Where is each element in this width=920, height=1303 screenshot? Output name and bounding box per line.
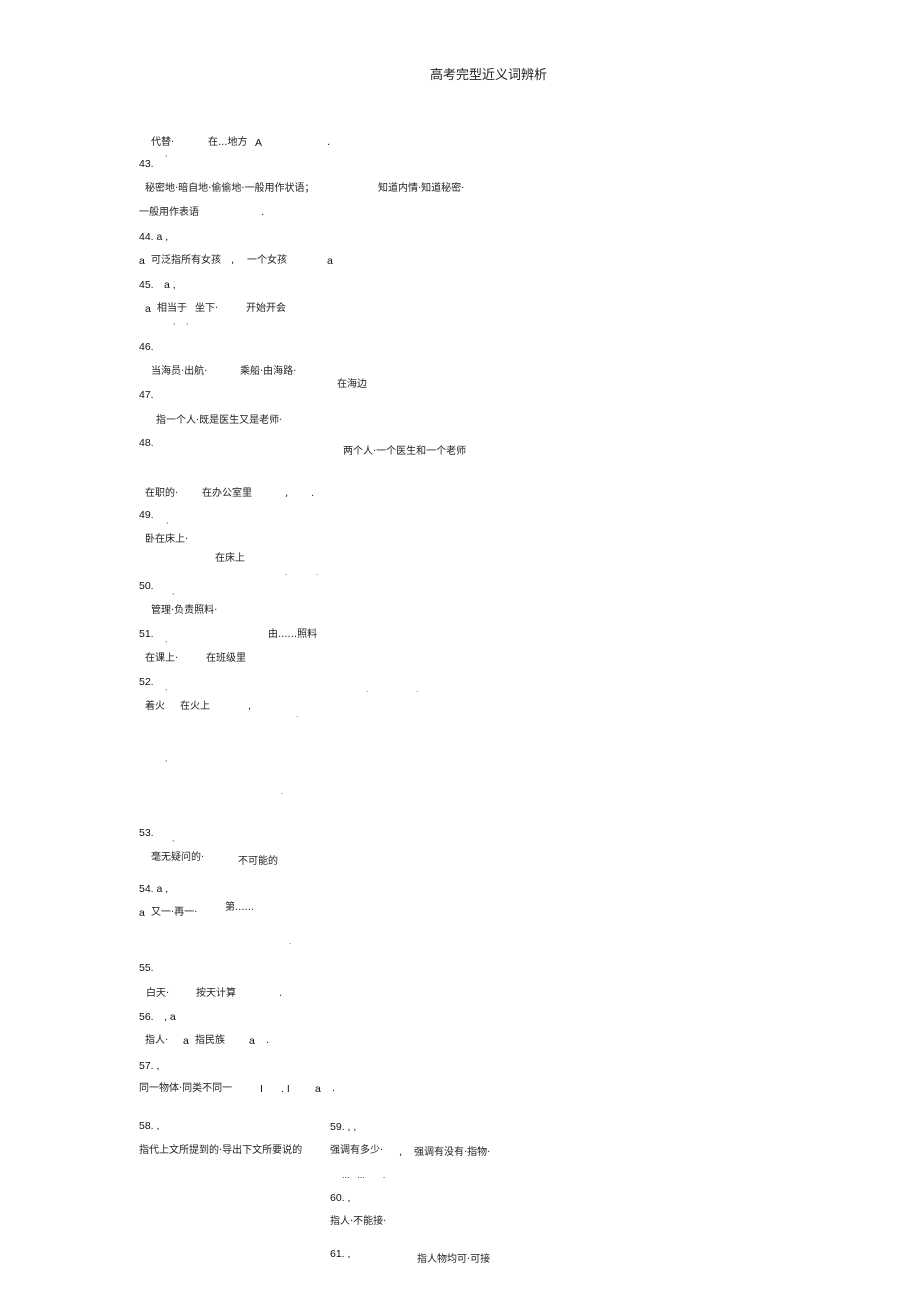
text-fragment: 卧在床上· [145, 534, 189, 545]
text-fragment: . [266, 1035, 270, 1046]
punctuation-mark: , [173, 317, 176, 326]
text-fragment: A [255, 137, 263, 149]
punctuation-mark: , [172, 834, 175, 843]
text-fragment: ... ... . [342, 1171, 386, 1180]
text-fragment: 不可能的 [238, 856, 278, 867]
item-number: 48. [139, 437, 154, 449]
text-fragment: . [279, 988, 283, 999]
text-fragment: , a [164, 1011, 176, 1023]
item-number: 61. , [330, 1248, 351, 1260]
punctuation-mark: . [296, 710, 299, 719]
text-fragment: a [183, 1035, 189, 1047]
page-title: 高考完型近义词辨析 [430, 68, 548, 83]
punctuation-mark: , [165, 754, 168, 763]
text-fragment: 在海边 [337, 379, 367, 390]
item-number: 55. [139, 962, 154, 974]
text-fragment: a , [164, 279, 176, 291]
text-fragment: 指代上文所提到的·导出下文所要说的 [139, 1145, 303, 1156]
punctuation-mark: . [285, 568, 288, 577]
text-fragment: 在床上 [215, 553, 245, 564]
document-page: 高考完型近义词辨析 代替· 在...地方 A . , 43. 秘密地·暗自地·偷… [0, 0, 920, 1303]
item-number: 52. [139, 676, 154, 688]
text-fragment: 一般用作表语 [139, 207, 199, 218]
text-fragment: . [311, 488, 315, 499]
text-fragment: , [285, 488, 289, 499]
punctuation-mark: . [366, 685, 369, 694]
text-fragment: 按天计算 [196, 988, 236, 999]
text-fragment: 代替· [151, 137, 175, 148]
item-number: 49. [139, 509, 154, 521]
item-number: 54. a , [139, 883, 169, 895]
item-number: 46. [139, 341, 154, 353]
text-fragment: a [249, 1035, 255, 1047]
item-number: 59. , , [330, 1121, 357, 1133]
text-fragment: 一个女孩 [247, 255, 287, 266]
punctuation-mark: . [416, 685, 419, 694]
text-fragment: 当海员·出航· [151, 366, 208, 377]
item-number: 50. [139, 580, 154, 592]
item-number: 56. [139, 1011, 154, 1023]
text-fragment: 第...... [225, 902, 255, 913]
punctuation-mark: , [186, 317, 189, 326]
text-fragment: 指人物均可·可接 [417, 1254, 491, 1265]
text-fragment: 在职的· [145, 488, 179, 499]
item-number: 53. [139, 827, 154, 839]
text-fragment: , [231, 255, 235, 266]
text-fragment: 强调有没有·指物· [414, 1147, 491, 1158]
text-fragment: 指一个人·既是医生又是老师· [156, 415, 283, 426]
text-fragment: 开始开会 [246, 303, 286, 314]
text-fragment: 毫无疑问的· [151, 852, 205, 863]
punctuation-mark: , [165, 149, 168, 158]
text-fragment: . [327, 137, 331, 148]
text-fragment: 在办公室里 [202, 488, 252, 499]
punctuation-mark: , [165, 635, 168, 644]
text-fragment: 可泛指所有女孩 [151, 255, 221, 266]
text-fragment: 两个人·一个医生和一个老师 [343, 446, 467, 457]
text-fragment: . [261, 207, 265, 218]
item-number: 57. , [139, 1060, 160, 1072]
text-fragment: 又一·再一· [151, 907, 198, 918]
item-number: 44. a , [139, 231, 169, 243]
punctuation-mark: . [281, 787, 284, 796]
item-number: 47. [139, 389, 154, 401]
text-fragment: 知道内情·知道秘密· [378, 183, 465, 194]
text-fragment: I [260, 1083, 263, 1095]
text-fragment: . I [281, 1083, 290, 1095]
item-number: 45. [139, 279, 154, 291]
text-fragment: 同一物体·同类不同一 [139, 1083, 233, 1094]
item-number: 51. [139, 628, 154, 640]
punctuation-mark: , [166, 516, 169, 525]
text-fragment: a [315, 1083, 321, 1095]
punctuation-mark: . [289, 937, 292, 946]
text-fragment: 强调有多少· [330, 1145, 384, 1156]
item-number: 58. , [139, 1120, 160, 1132]
item-number: 43. [139, 158, 154, 170]
punctuation-mark: , [165, 683, 168, 692]
text-fragment: a [327, 255, 333, 267]
text-fragment: 白天· [146, 988, 170, 999]
punctuation-mark: , [172, 587, 175, 596]
text-fragment: 在火上 [180, 701, 210, 712]
text-fragment: 指人·不能接· [330, 1216, 387, 1227]
text-fragment: 秘密地·暗自地·偷偷地·一般用作状语； [145, 183, 315, 194]
text-fragment: 管理·负责照料· [151, 605, 218, 616]
text-fragment: 乘船·由海路· [240, 366, 297, 377]
item-number: 60. , [330, 1192, 351, 1204]
text-fragment: 坐下· [195, 303, 219, 314]
text-fragment: a [139, 907, 145, 919]
text-fragment: 在课上· [145, 653, 179, 664]
text-fragment: 由......照料 [268, 629, 318, 640]
text-fragment: 着火 [145, 701, 165, 712]
text-fragment: . [332, 1083, 336, 1094]
text-fragment: , [248, 701, 252, 712]
text-fragment: 指民族 [195, 1035, 225, 1046]
text-fragment: a [145, 303, 151, 315]
text-fragment: 在班级里 [206, 653, 246, 664]
text-fragment: 指人· [145, 1035, 169, 1046]
text-fragment: , [399, 1147, 403, 1158]
text-fragment: 在...地方 [208, 137, 248, 148]
text-fragment: 相当于 [157, 303, 187, 314]
punctuation-mark: . [316, 568, 319, 577]
text-fragment: a [139, 255, 145, 267]
